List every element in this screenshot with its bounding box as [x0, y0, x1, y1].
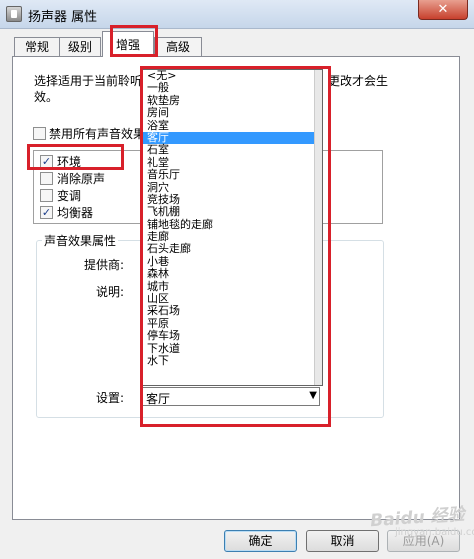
description-text: 选择适用于当前聆听: [34, 74, 143, 88]
disable-all-label: 禁用所有声音效果: [49, 127, 146, 141]
annotation-box-environment: [27, 144, 124, 170]
disable-all-checkbox[interactable]: [33, 127, 46, 140]
provider-label: 提供商:: [84, 258, 125, 272]
effect-label-equalizer: 均衡器: [57, 206, 94, 220]
description-label: 说明:: [96, 285, 125, 299]
effect-checkbox-voice-cancel[interactable]: [40, 172, 53, 185]
cancel-button[interactable]: 取消: [306, 530, 379, 552]
description-text-tail: 更改才会生: [328, 74, 389, 88]
tab-general[interactable]: 常规: [14, 37, 60, 57]
effect-checkbox-pitch-shift[interactable]: [40, 189, 53, 202]
ok-button[interactable]: 确定: [224, 530, 297, 552]
speaker-icon: [6, 6, 22, 22]
properties-group-title: 声音效果属性: [42, 232, 119, 249]
tab-advanced[interactable]: 高级: [154, 37, 202, 57]
setting-label: 设置:: [96, 391, 125, 405]
annotation-box-dropdown: [140, 66, 331, 427]
close-button[interactable]: ✕: [418, 0, 468, 20]
watermark-url: jingyan.baidu.com: [395, 527, 474, 538]
description-text-line2: 效。: [34, 90, 59, 104]
title-bar: 扬声器 属性: [0, 0, 474, 29]
effect-label-pitch-shift: 变调: [57, 189, 82, 203]
effect-label-voice-cancel: 消除原声: [57, 172, 106, 186]
window-title: 扬声器 属性: [28, 10, 98, 25]
effect-checkbox-equalizer[interactable]: ✓: [40, 206, 53, 219]
tab-levels[interactable]: 级别: [59, 37, 101, 57]
annotation-box-tab: [110, 25, 158, 57]
